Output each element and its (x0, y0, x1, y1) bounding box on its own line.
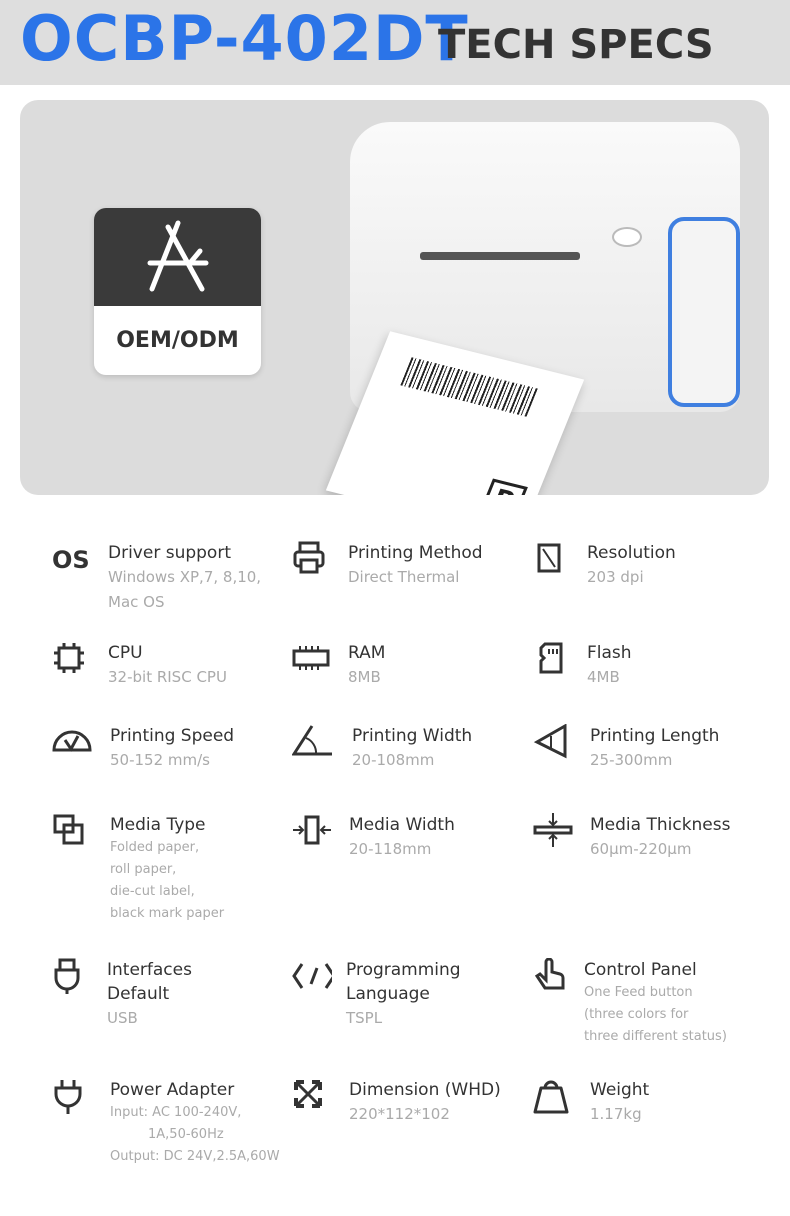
spec-title: Printing Method (348, 543, 483, 563)
flash-card-icon (539, 642, 563, 674)
os-icon: OS (52, 546, 90, 574)
svg-text:OS: OS (52, 546, 90, 574)
spec-value: (three colors for (584, 1007, 689, 1022)
spec-value: 8MB (348, 668, 381, 686)
spec-title: Power Adapter (110, 1080, 235, 1100)
angle-icon (292, 725, 332, 756)
header: OCBP-402DT TECH SPECS (0, 0, 790, 85)
oem-badge-label: OEM/ODM (94, 306, 261, 375)
plug-icon (54, 1080, 82, 1114)
spec-value: die-cut label, (110, 884, 195, 899)
spec-value: 1.17kg (590, 1105, 642, 1123)
spec-value: Input: AC 100-240V, (110, 1105, 242, 1120)
spec-title: Driver support (108, 543, 231, 563)
spec-value: 25-300mm (590, 751, 673, 769)
length-icon (533, 724, 567, 759)
feed-button (612, 227, 642, 247)
ram-icon (292, 646, 330, 670)
spec-value: 20-118mm (349, 840, 432, 858)
spec-title: Dimension (WHD) (349, 1080, 501, 1100)
spec-title: Printing Speed (110, 726, 235, 746)
spec-title: Weight (590, 1080, 650, 1100)
spec-value: 220*112*102 (349, 1105, 450, 1123)
spec-value: One Feed button (584, 985, 693, 1000)
spec-value: 20-108mm (352, 751, 435, 769)
oem-badge: OEM/ODM (94, 208, 261, 375)
app-store-icon (147, 220, 208, 292)
media-width-icon (293, 815, 331, 845)
spec-title: Flash (587, 643, 632, 663)
spec-title: Control Panel (584, 960, 697, 980)
media-thickness-icon (533, 813, 573, 847)
spec-title: Media Width (349, 815, 455, 835)
speedometer-icon (52, 730, 92, 752)
resolution-icon (537, 543, 561, 573)
spec-value: roll paper, (110, 862, 177, 877)
spec-value: Folded paper, (110, 840, 200, 855)
media-type-icon (53, 814, 84, 845)
spec-title: Interfaces (107, 960, 192, 980)
spec-title: Printing Width (352, 726, 473, 746)
spec-value: 203 dpi (587, 568, 644, 586)
spec-value: Output: DC 24V,2.5A,60W (110, 1149, 280, 1164)
spec-value: Direct Thermal (348, 568, 460, 586)
expand-arrows-icon (294, 1080, 322, 1108)
spec-value: 4MB (587, 668, 620, 686)
cpu-icon (54, 643, 84, 673)
spec-title: RAM (348, 643, 386, 663)
spec-title: CPU (108, 643, 143, 663)
page-subtitle: TECH SPECS (438, 22, 714, 68)
spec-value: Windows XP,7, 8,10, (108, 568, 262, 586)
spec-title: Programming (346, 960, 461, 980)
code-icon (292, 963, 332, 989)
spec-value: USB (107, 1009, 138, 1027)
spec-value: TSPL (346, 1009, 383, 1027)
spec-title: Resolution (587, 543, 676, 563)
spec-title: Default (107, 984, 170, 1004)
spec-title: Language (346, 984, 430, 1004)
spec-value: black mark paper (110, 906, 225, 921)
spec-value: 50-152 mm/s (110, 751, 210, 769)
spec-title: Printing Length (590, 726, 720, 746)
spec-value: 1A,50-60Hz (148, 1127, 224, 1142)
printer-icon (293, 541, 325, 574)
spec-title: Media Thickness (590, 815, 731, 835)
spec-value: 32-bit RISC CPU (108, 668, 227, 686)
spec-value: three different status) (584, 1029, 727, 1044)
spec-title: Media Type (110, 815, 206, 835)
model-name: OCBP-402DT (20, 2, 469, 75)
spec-value: 60μm-220μm (590, 840, 692, 858)
product-hero: OEM/ODM P (20, 100, 769, 495)
weight-icon (533, 1080, 569, 1114)
hand-pointer-icon (534, 958, 565, 990)
spec-value: Mac OS (108, 593, 165, 611)
usb-icon (54, 958, 80, 994)
